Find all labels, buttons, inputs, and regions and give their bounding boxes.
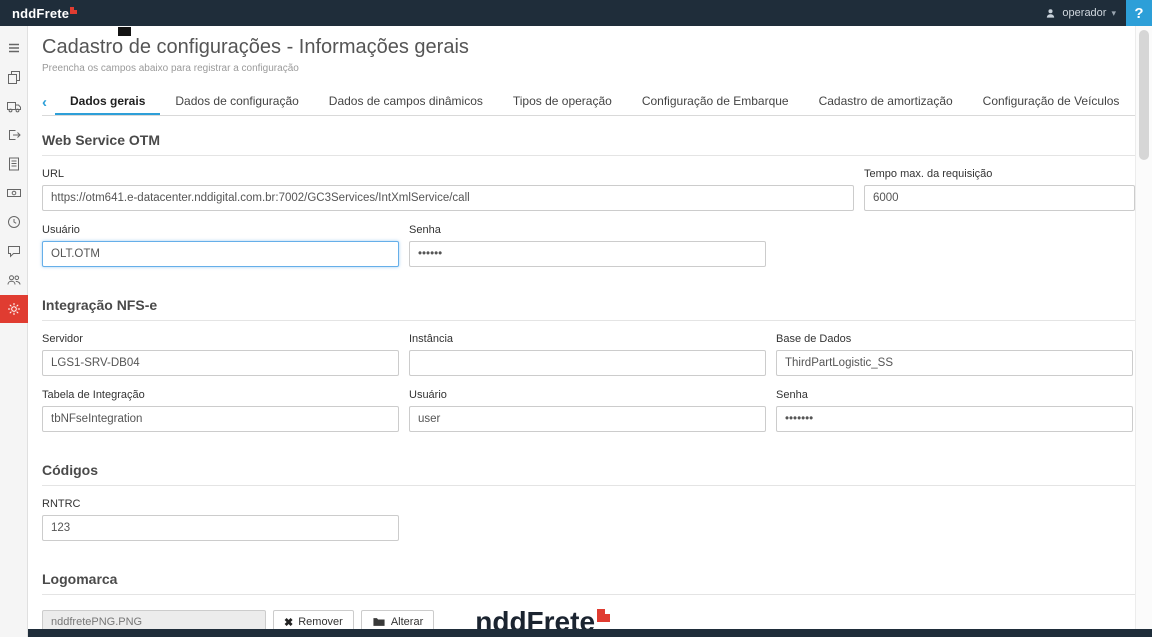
section-title: Códigos (42, 462, 1135, 478)
tab-cadastro-de-amortizacao[interactable]: Cadastro de amortização (804, 89, 968, 115)
senha-nfse-input[interactable] (776, 406, 1133, 432)
user-icon (1044, 7, 1057, 20)
field-instancia: Instância (409, 333, 766, 376)
tab-bar: ‹ Dados gerais Dados de configuração Dad… (42, 89, 1135, 116)
user-name-label: operador (1062, 7, 1106, 19)
field-senha-otm: Senha (409, 224, 766, 267)
section-divider (42, 594, 1135, 595)
brand-text: nddFrete (12, 6, 69, 21)
settings-gear-icon[interactable] (0, 295, 28, 323)
section-codigos: Códigos RNTRC (42, 462, 1135, 541)
section-integracao-nfse: Integração NFS-e Servidor Instância Base… (42, 297, 1135, 432)
history-icon[interactable] (0, 208, 28, 236)
tabela-integracao-label: Tabela de Integração (42, 389, 399, 401)
document-icon[interactable] (0, 150, 28, 178)
export-icon[interactable] (0, 121, 28, 149)
logomarca-file-row: nddfretePNG.PNG ✖ Remover Alterar nddFre… (42, 607, 1135, 629)
page-subtitle: Preencha os campos abaixo para registrar… (42, 63, 1135, 74)
section-web-service-otm: Web Service OTM URL Tempo max. da requis… (42, 132, 1135, 267)
tab-dados-de-configuracao[interactable]: Dados de configuração (160, 89, 313, 115)
field-tempo-max: Tempo max. da requisição (864, 168, 1135, 211)
logomarca-filename: nddfretePNG.PNG (42, 610, 266, 629)
base-de-dados-label: Base de Dados (776, 333, 1133, 345)
tab-tipos-de-operacao[interactable]: Tipos de operação (498, 89, 627, 115)
field-usuario-otm: Usuário (42, 224, 399, 267)
bottom-bar (28, 629, 1152, 637)
section-divider (42, 485, 1135, 486)
usuario-nfse-input[interactable] (409, 406, 766, 432)
tab-dados-de-campos-dinamicos[interactable]: Dados de campos dinâmicos (314, 89, 498, 115)
section-title: Web Service OTM (42, 132, 1135, 148)
senha-otm-input[interactable] (409, 241, 766, 267)
alterar-label: Alterar (391, 616, 423, 628)
tempo-max-label: Tempo max. da requisição (864, 168, 1135, 180)
tab-configuracao-de-embarque[interactable]: Configuração de Embarque (627, 89, 804, 115)
usuario-otm-input[interactable] (42, 241, 399, 267)
field-base-de-dados: Base de Dados (776, 333, 1133, 376)
usuario-nfse-label: Usuário (409, 389, 766, 401)
brand-red-square-icon (70, 7, 77, 14)
field-rntrc: RNTRC (42, 498, 399, 541)
senha-otm-label: Senha (409, 224, 766, 236)
tempo-max-input[interactable] (864, 185, 1135, 211)
menu-icon[interactable] (0, 34, 28, 62)
brand-logo: nddFrete (12, 6, 77, 21)
section-divider (42, 155, 1135, 156)
tab-configuracao-de-veiculos[interactable]: Configuração de Veículos (968, 89, 1135, 115)
page-title: Cadastro de configurações - Informações … (42, 36, 1135, 59)
url-label: URL (42, 168, 854, 180)
help-button[interactable]: ? (1126, 0, 1152, 26)
scrollbar-thumb[interactable] (1139, 30, 1149, 160)
section-divider (42, 320, 1135, 321)
user-menu[interactable]: operador ▾ (1034, 0, 1126, 26)
sidebar (0, 26, 28, 637)
senha-nfse-label: Senha (776, 389, 1133, 401)
ui-artifact (118, 27, 131, 36)
usuario-otm-label: Usuário (42, 224, 399, 236)
servidor-input[interactable] (42, 350, 399, 376)
alterar-button[interactable]: Alterar (361, 610, 434, 629)
tab-dados-gerais[interactable]: Dados gerais (55, 89, 160, 115)
top-bar: nddFrete operador ▾ ? (0, 0, 1152, 26)
remover-button[interactable]: ✖ Remover (273, 610, 354, 629)
folder-icon (372, 616, 386, 628)
field-senha-nfse: Senha (776, 389, 1133, 432)
remove-x-icon: ✖ (284, 616, 293, 629)
section-title: Logomarca (42, 571, 1135, 587)
chat-icon[interactable] (0, 237, 28, 265)
logomarca-preview: nddFrete (475, 607, 610, 629)
field-url: URL (42, 168, 854, 211)
instancia-label: Instância (409, 333, 766, 345)
chevron-down-icon: ▾ (1111, 8, 1116, 19)
base-de-dados-input[interactable] (776, 350, 1133, 376)
tab-scroll-left[interactable]: ‹ (42, 94, 55, 115)
field-tabela-integracao: Tabela de Integração (42, 389, 399, 432)
remover-label: Remover (298, 616, 343, 628)
main-content: Cadastro de configurações - Informações … (28, 26, 1135, 629)
users-icon[interactable] (0, 266, 28, 294)
logomarca-red-square-icon (597, 609, 610, 622)
field-servidor: Servidor (42, 333, 399, 376)
section-logomarca: Logomarca nddfretePNG.PNG ✖ Remover Alte… (42, 571, 1135, 629)
rntrc-label: RNTRC (42, 498, 399, 510)
tabela-integracao-input[interactable] (42, 406, 399, 432)
logomarca-preview-text: nddFrete (475, 607, 595, 629)
copy-pages-icon[interactable] (0, 63, 28, 91)
cash-icon[interactable] (0, 179, 28, 207)
truck-icon[interactable] (0, 92, 28, 120)
rntrc-input[interactable] (42, 515, 399, 541)
instancia-input[interactable] (409, 350, 766, 376)
field-usuario-nfse: Usuário (409, 389, 766, 432)
section-title: Integração NFS-e (42, 297, 1135, 313)
url-input[interactable] (42, 185, 854, 211)
servidor-label: Servidor (42, 333, 399, 345)
scrollbar-track[interactable] (1135, 26, 1152, 637)
